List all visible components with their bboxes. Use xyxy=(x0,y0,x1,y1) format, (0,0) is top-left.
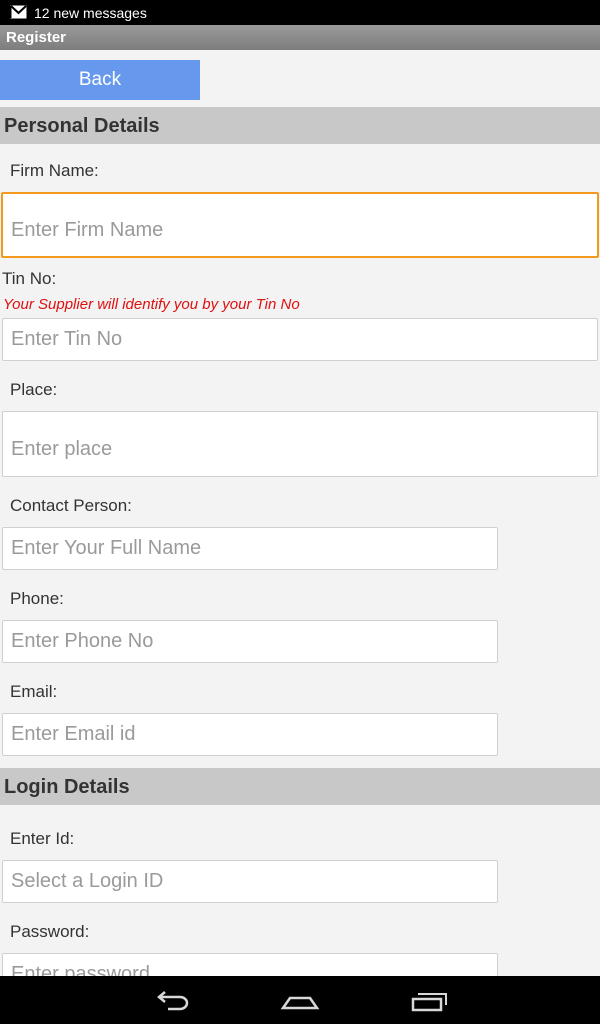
password-input[interactable] xyxy=(2,953,498,976)
login-id-input[interactable] xyxy=(2,860,498,903)
password-label: Password: xyxy=(10,922,90,941)
tin-no-input[interactable] xyxy=(2,318,598,361)
login-details-header: Login Details xyxy=(0,768,600,805)
navigation-bar xyxy=(0,976,600,1024)
login-id-label: Enter Id: xyxy=(10,829,75,848)
email-label: Email: xyxy=(10,682,58,701)
section-title: Personal Details xyxy=(4,115,160,137)
register-form[interactable]: Back Personal Details Firm Name: Tin No:… xyxy=(0,50,600,976)
firm-name-label: Firm Name: xyxy=(10,161,99,180)
status-bar: 12 new messages xyxy=(0,0,600,25)
section-title: Login Details xyxy=(4,776,130,798)
email-input[interactable] xyxy=(2,713,498,756)
home-icon[interactable] xyxy=(280,988,320,1014)
notification-text: 12 new messages xyxy=(34,5,147,21)
place-input[interactable] xyxy=(2,411,598,477)
contact-person-label: Contact Person: xyxy=(10,496,132,515)
back-button[interactable]: Back xyxy=(0,60,200,100)
page-title: Register xyxy=(6,29,67,46)
phone-input[interactable] xyxy=(2,620,498,663)
back-arrow-icon[interactable] xyxy=(152,988,192,1014)
place-label: Place: xyxy=(10,380,58,399)
phone-label: Phone: xyxy=(10,589,64,608)
gmail-icon xyxy=(10,5,27,19)
personal-details-header: Personal Details xyxy=(0,107,600,144)
contact-person-input[interactable] xyxy=(2,527,498,570)
tin-no-hint: Your Supplier will identify you by your … xyxy=(3,296,300,313)
firm-name-input[interactable] xyxy=(1,192,599,258)
title-bar: Register xyxy=(0,25,600,50)
recent-apps-icon[interactable] xyxy=(408,988,448,1014)
tin-no-label: Tin No: xyxy=(2,269,57,288)
